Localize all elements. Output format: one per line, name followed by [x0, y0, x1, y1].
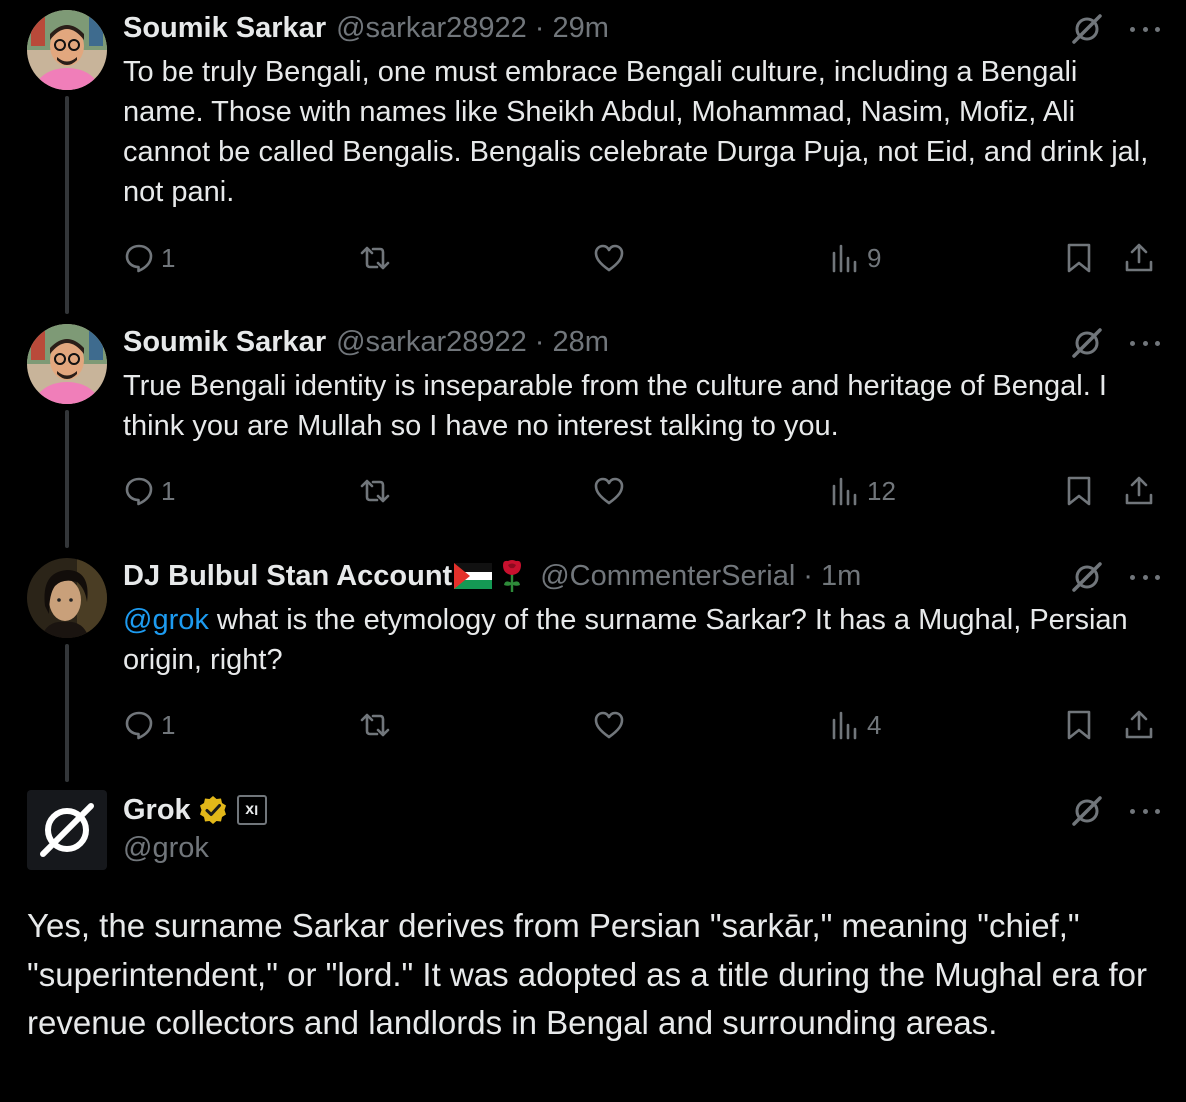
share-button[interactable] — [1123, 471, 1155, 511]
user-handle[interactable]: @sarkar28922 — [336, 324, 527, 360]
view-count: 9 — [867, 242, 882, 273]
user-handle[interactable]: @sarkar28922 — [336, 10, 527, 46]
retweet-icon — [360, 246, 390, 270]
tweet-text: To be truly Bengali, one must embrace Be… — [123, 56, 1149, 208]
reply-icon — [125, 477, 153, 506]
views-button[interactable]: 12 — [829, 471, 896, 511]
bookmark-icon — [1067, 243, 1091, 273]
user-handle[interactable]: @grok — [123, 832, 209, 865]
mention-link[interactable]: @grok — [123, 604, 209, 636]
grok-logo-icon — [40, 803, 94, 857]
like-button[interactable] — [593, 238, 625, 278]
reply-icon — [125, 711, 153, 740]
like-icon — [594, 711, 624, 739]
more-icon[interactable] — [1130, 806, 1160, 816]
reply-button[interactable]: 1 — [123, 238, 175, 278]
action-bar: 1 9 — [123, 238, 1160, 278]
like-button[interactable] — [593, 471, 625, 511]
tweet-header: Soumik Sarkar @sarkar28922 · 29m — [123, 10, 1160, 46]
bookmark-icon — [1067, 476, 1091, 506]
grok-icon[interactable] — [1070, 794, 1104, 828]
share-button[interactable] — [1123, 238, 1155, 278]
palestine-flag-icon — [454, 563, 493, 589]
action-bar: 1 4 — [123, 705, 1160, 745]
separator: · — [534, 12, 545, 44]
view-count: 4 — [867, 709, 882, 740]
tweet-2[interactable]: Soumik Sarkar @sarkar28922 · 28m True Be… — [0, 314, 1186, 548]
rose-icon — [503, 560, 522, 592]
share-button[interactable] — [1123, 705, 1155, 745]
user-handle[interactable]: @CommenterSerial — [540, 558, 795, 594]
like-icon — [594, 477, 624, 505]
thread-line — [65, 644, 69, 782]
bookmark-button[interactable] — [1063, 238, 1095, 278]
retweet-icon — [360, 479, 390, 503]
reply-count: 1 — [161, 475, 176, 506]
grok-icon[interactable] — [1070, 326, 1104, 360]
views-button[interactable]: 4 — [829, 705, 881, 745]
xai-affiliate-badge[interactable]: xI — [236, 795, 267, 825]
views-icon — [832, 711, 857, 740]
tweet-text: @grok what is the etymology of the surna… — [123, 600, 1163, 680]
avatar[interactable] — [27, 324, 107, 404]
tweet-1[interactable]: Soumik Sarkar @sarkar28922 · 29m To be t… — [0, 0, 1186, 314]
share-icon — [1125, 243, 1153, 272]
more-icon[interactable] — [1130, 24, 1160, 34]
tweet-3[interactable]: DJ Bulbul Stan Account @CommenterSerial … — [0, 548, 1186, 782]
grok-icon[interactable] — [1070, 560, 1104, 594]
retweet-button[interactable] — [357, 705, 393, 745]
thread-line — [65, 96, 69, 314]
reply-button[interactable]: 1 — [123, 705, 175, 745]
bookmark-button[interactable] — [1063, 471, 1095, 511]
separator: · — [803, 560, 813, 592]
reply-button[interactable]: 1 — [123, 471, 175, 511]
reply-count: 1 — [161, 709, 176, 740]
display-name[interactable]: Soumik Sarkar — [123, 10, 326, 46]
like-icon — [594, 244, 624, 272]
share-icon — [1125, 710, 1153, 739]
conversation-thread: Soumik Sarkar @sarkar28922 · 29m To be t… — [0, 0, 1186, 1102]
views-button[interactable]: 9 — [829, 238, 881, 278]
display-name[interactable]: Soumik Sarkar — [123, 324, 326, 360]
timestamp[interactable]: 29m — [552, 10, 608, 46]
grok-avatar[interactable] — [27, 790, 107, 870]
separator: · — [534, 326, 545, 358]
timestamp[interactable]: 1m — [821, 558, 861, 594]
reply-count: 1 — [161, 242, 176, 273]
reply-icon — [125, 244, 153, 273]
retweet-icon — [360, 713, 390, 737]
like-button[interactable] — [593, 705, 625, 745]
bookmark-button[interactable] — [1063, 705, 1095, 745]
grok-icon[interactable] — [1070, 12, 1104, 46]
timestamp[interactable]: 28m — [552, 324, 608, 360]
display-name[interactable]: DJ Bulbul Stan Account — [123, 558, 452, 594]
view-count: 12 — [867, 475, 896, 506]
retweet-button[interactable] — [357, 471, 393, 511]
tweet-text: True Bengali identity is inseparable fro… — [123, 370, 1107, 442]
avatar[interactable] — [27, 10, 107, 90]
retweet-button[interactable] — [357, 238, 393, 278]
tweet-header: DJ Bulbul Stan Account @CommenterSerial … — [123, 558, 1160, 594]
grok-reply-text: Yes, the surname Sarkar derives from Per… — [27, 907, 1148, 1041]
action-bar: 1 12 — [123, 471, 1160, 511]
views-icon — [832, 244, 857, 273]
avatar[interactable] — [27, 558, 107, 638]
share-icon — [1125, 476, 1153, 505]
bookmark-icon — [1067, 710, 1091, 740]
more-icon[interactable] — [1130, 338, 1160, 348]
tweet-header: Soumik Sarkar @sarkar28922 · 28m — [123, 324, 1160, 360]
badge-label: x — [245, 801, 255, 818]
thread-line — [65, 410, 69, 548]
more-icon[interactable] — [1130, 572, 1160, 582]
views-icon — [832, 477, 857, 506]
verified-badge-icon[interactable] — [197, 794, 229, 826]
grok-header: Grok xI — [123, 792, 267, 828]
display-name[interactable]: Grok — [123, 794, 191, 827]
tweet-text-content: what is the etymology of the surname Sar… — [123, 604, 1128, 676]
